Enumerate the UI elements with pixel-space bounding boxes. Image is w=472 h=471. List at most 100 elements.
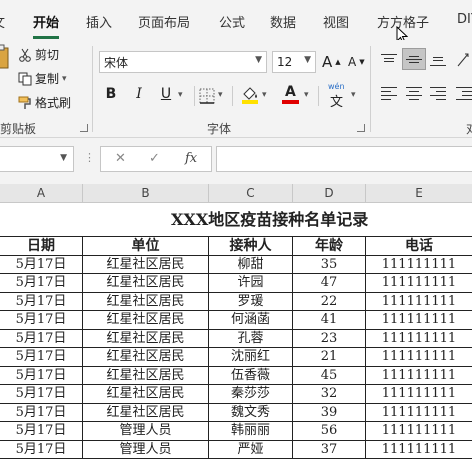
age-cell[interactable]: 32 — [293, 385, 366, 404]
cut-button[interactable]: 剪切 — [18, 46, 59, 63]
phone-cell[interactable]: 111111111 — [366, 441, 472, 460]
unit-cell[interactable]: 红星社区居民 — [83, 329, 209, 348]
person-cell[interactable]: 韩丽丽 — [209, 422, 293, 441]
phonetic-dropdown-icon[interactable]: ▾ — [351, 90, 356, 100]
bold-button[interactable]: B — [100, 86, 122, 102]
age-cell[interactable]: 35 — [293, 255, 366, 274]
column-header-b[interactable]: B — [83, 184, 209, 203]
unit-cell[interactable]: 红星社区居民 — [83, 255, 209, 274]
person-cell[interactable]: 秦莎莎 — [209, 385, 293, 404]
column-header-d[interactable]: D — [293, 184, 366, 203]
underline-button[interactable]: U — [155, 86, 177, 102]
unit-cell[interactable]: 红星社区居民 — [83, 274, 209, 293]
shrink-font-button[interactable]: A ▼ — [348, 55, 365, 69]
cancel-icon[interactable]: ✕ — [115, 151, 126, 166]
person-cell[interactable]: 严娅 — [209, 440, 293, 459]
clipboard-launcher-icon[interactable] — [80, 124, 88, 132]
align-left-icon[interactable] — [381, 86, 397, 100]
text-orientation-icon[interactable] — [456, 50, 470, 68]
tab-page-layout[interactable]: 页面布局 — [138, 12, 190, 31]
age-cell[interactable]: 22 — [293, 292, 366, 311]
date-cell[interactable]: 5月17日 — [0, 329, 83, 348]
date-cell[interactable]: 5月17日 — [0, 440, 83, 459]
formula-input[interactable] — [216, 146, 472, 172]
unit-cell[interactable]: 红星社区居民 — [83, 366, 209, 385]
age-cell[interactable]: 41 — [293, 311, 366, 330]
person-cell[interactable]: 孔蓉 — [209, 329, 293, 348]
phone-cell[interactable]: 111111111 — [366, 385, 472, 404]
age-cell[interactable]: 47 — [293, 274, 366, 293]
column-header-c[interactable]: C — [209, 184, 293, 203]
tab-formulas[interactable]: 公式 — [219, 12, 245, 31]
person-cell[interactable]: 沈丽红 — [209, 348, 293, 367]
phone-cell[interactable]: 111111111 — [366, 311, 472, 330]
grow-font-button[interactable]: A ▲ — [322, 53, 341, 71]
fill-color-icon[interactable] — [240, 84, 260, 104]
date-cell[interactable]: 5月17日 — [0, 366, 83, 385]
paste-button[interactable] — [0, 42, 14, 106]
phone-cell[interactable]: 111111111 — [366, 293, 472, 312]
unit-cell[interactable]: 红星社区居民 — [83, 311, 209, 330]
date-cell[interactable]: 5月17日 — [0, 274, 83, 293]
person-cell[interactable]: 罗瑗 — [209, 292, 293, 311]
font-color-dropdown-icon[interactable]: ▾ — [304, 90, 309, 100]
copy-dropdown-arrow-icon[interactable]: ▾ — [62, 74, 67, 84]
tab-diy[interactable]: DIY — [457, 12, 472, 27]
age-cell[interactable]: 21 — [293, 348, 366, 367]
phone-cell[interactable]: 111111111 — [366, 274, 472, 293]
formula-bar-resize-handle[interactable]: ⋮ — [84, 151, 95, 164]
align-right-icon[interactable] — [430, 86, 446, 100]
date-cell[interactable]: 5月17日 — [0, 385, 83, 404]
date-cell[interactable]: 5月17日 — [0, 348, 83, 367]
tab-view[interactable]: 视图 — [323, 12, 349, 31]
date-cell[interactable]: 5月17日 — [0, 311, 83, 330]
date-cell[interactable]: 5月17日 — [0, 422, 83, 441]
align-center-icon[interactable] — [406, 86, 422, 100]
date-cell[interactable]: 5月17日 — [0, 403, 83, 422]
date-cell[interactable]: 5月17日 — [0, 255, 83, 274]
age-cell[interactable]: 37 — [293, 440, 366, 459]
font-name-select[interactable]: 宋体 ▼ — [99, 51, 267, 73]
copy-button[interactable]: 复制 ▾ — [18, 70, 67, 87]
phone-cell[interactable]: 111111111 — [366, 367, 472, 386]
person-cell[interactable]: 何涵菡 — [209, 311, 293, 330]
underline-dropdown-icon[interactable]: ▾ — [178, 90, 183, 100]
phone-cell[interactable]: 111111111 — [366, 404, 472, 423]
unit-cell[interactable]: 红星社区居民 — [83, 403, 209, 422]
age-cell[interactable]: 39 — [293, 403, 366, 422]
table-header-cell[interactable]: 单位 — [83, 237, 209, 256]
table-header-cell[interactable]: 接种人 — [209, 237, 293, 256]
tab-home[interactable]: 开始 — [33, 12, 59, 31]
unit-cell[interactable]: 红星社区居民 — [83, 292, 209, 311]
align-bottom-icon[interactable] — [430, 53, 446, 67]
table-header-cell[interactable]: 年龄 — [293, 237, 366, 256]
tab-data[interactable]: 数据 — [270, 12, 296, 31]
font-launcher-icon[interactable] — [357, 124, 365, 132]
phone-cell[interactable]: 111111111 — [366, 256, 472, 275]
align-top-icon[interactable] — [381, 53, 397, 67]
person-cell[interactable]: 柳甜 — [209, 255, 293, 274]
unit-cell[interactable]: 红星社区居民 — [83, 385, 209, 404]
person-cell[interactable]: 伍香薇 — [209, 366, 293, 385]
table-header-cell[interactable]: 日期 — [0, 237, 83, 256]
phone-cell[interactable]: 111111111 — [366, 422, 472, 441]
phone-cell[interactable]: 111111111 — [366, 348, 472, 367]
unit-cell[interactable]: 管理人员 — [83, 440, 209, 459]
column-header-a[interactable]: A — [0, 184, 83, 203]
unit-cell[interactable]: 管理人员 — [83, 422, 209, 441]
font-color-button[interactable]: A — [281, 84, 301, 104]
person-cell[interactable]: 许园 — [209, 274, 293, 293]
age-cell[interactable]: 56 — [293, 422, 366, 441]
font-size-select[interactable]: 12 ▼ — [272, 51, 316, 73]
phonetic-button[interactable]: wén 文 — [326, 82, 348, 110]
table-header-cell[interactable]: 电话 — [366, 237, 472, 256]
insert-function-icon[interactable]: fx — [185, 151, 197, 166]
age-cell[interactable]: 45 — [293, 366, 366, 385]
age-cell[interactable]: 23 — [293, 329, 366, 348]
person-cell[interactable]: 魏文秀 — [209, 403, 293, 422]
column-header-e[interactable]: E — [366, 184, 472, 203]
italic-button[interactable]: I — [128, 86, 150, 102]
tab-file-partial[interactable]: 文 — [0, 12, 5, 31]
format-painter-button[interactable]: 格式刷 — [18, 94, 71, 111]
decrease-indent-icon[interactable] — [456, 86, 472, 100]
